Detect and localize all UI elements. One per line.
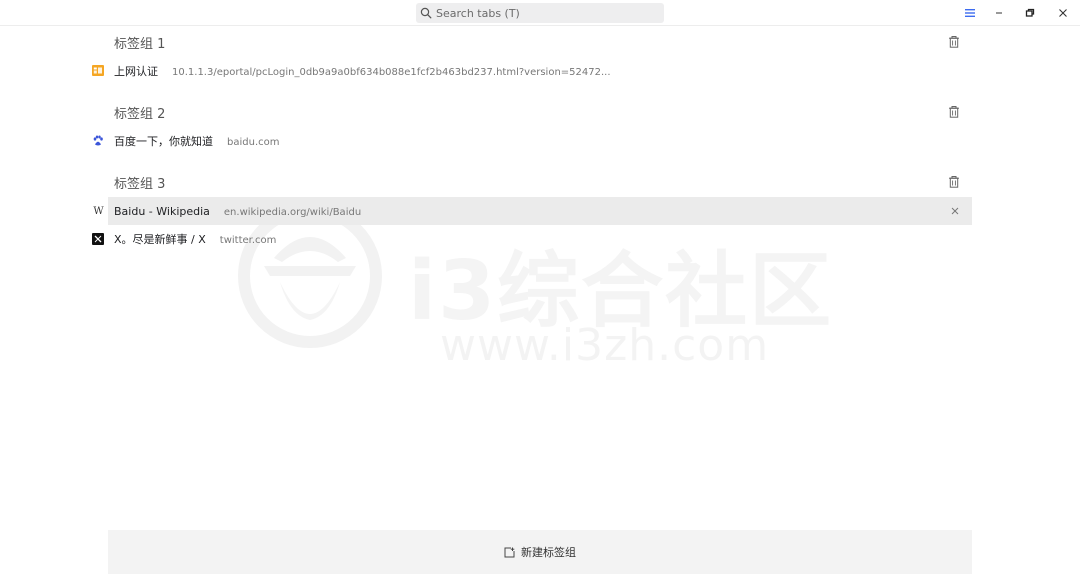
tab-row-hovered[interactable]: W Baidu - Wikipedia en.wikipedia.org/wik… xyxy=(93,197,972,225)
top-bar xyxy=(0,0,1080,26)
minimize-button[interactable] xyxy=(990,4,1008,22)
tab-row[interactable]: 百度一下，你就知道 baidu.com xyxy=(86,127,974,155)
hamburger-icon xyxy=(965,9,975,17)
tab-group-2-header: 标签组 2 xyxy=(86,97,974,127)
new-group-icon xyxy=(504,547,515,557)
tab-row[interactable]: X。尽是新鲜事 / X twitter.com xyxy=(86,225,974,253)
search-input[interactable] xyxy=(436,4,656,22)
new-tab-group-button[interactable]: 新建标签组 xyxy=(108,530,972,574)
tab-url: 10.1.1.3/eportal/pcLogin_0db9a9a0bf634b0… xyxy=(172,67,611,78)
trash-icon[interactable] xyxy=(947,35,961,49)
tab-manager-window: i3综合社区 www.i3zh.com 标签组 1 xyxy=(0,0,1080,574)
tab-url: en.wikipedia.org/wiki/Baidu xyxy=(223,206,362,218)
tab-title: 百度一下，你就知道 xyxy=(114,135,213,148)
minimize-icon xyxy=(996,12,1002,14)
group-title[interactable]: 标签组 2 xyxy=(114,103,165,122)
wikipedia-icon: W xyxy=(92,204,105,217)
close-tab-icon[interactable] xyxy=(948,204,962,218)
close-window-button[interactable] xyxy=(1054,4,1072,22)
tab-title: X。尽是新鲜事 / X xyxy=(114,233,206,246)
trash-icon[interactable] xyxy=(947,105,961,119)
tab-title: 上网认证 xyxy=(114,65,158,78)
tab-groups-list: 标签组 1 上网认证 10.1.1.3/eportal/pcLogin_0db9… xyxy=(86,27,974,253)
x-logo-icon xyxy=(91,232,104,245)
tab-url: baidu.com xyxy=(227,137,280,148)
menu-button[interactable] xyxy=(961,4,979,22)
watermark-url: www.i3zh.com xyxy=(440,320,770,371)
tab-title: Baidu - Wikipedia xyxy=(114,204,210,218)
tab-group-3-header: 标签组 3 xyxy=(86,167,974,197)
close-icon xyxy=(1059,9,1067,17)
restore-icon xyxy=(1025,8,1035,17)
tab-group-1-header: 标签组 1 xyxy=(86,27,974,57)
search-box[interactable] xyxy=(416,3,664,23)
search-icon xyxy=(420,7,432,19)
restore-button[interactable] xyxy=(1021,4,1039,22)
portal-icon xyxy=(91,64,104,77)
group-title[interactable]: 标签组 1 xyxy=(114,33,165,52)
group-title[interactable]: 标签组 3 xyxy=(114,173,165,192)
baidu-paw-icon xyxy=(91,134,104,147)
tab-row[interactable]: 上网认证 10.1.1.3/eportal/pcLogin_0db9a9a0bf… xyxy=(86,57,974,85)
svg-text:W: W xyxy=(93,206,104,217)
tab-url: twitter.com xyxy=(219,235,277,246)
trash-icon[interactable] xyxy=(947,175,961,189)
new-group-label: 新建标签组 xyxy=(521,546,576,559)
